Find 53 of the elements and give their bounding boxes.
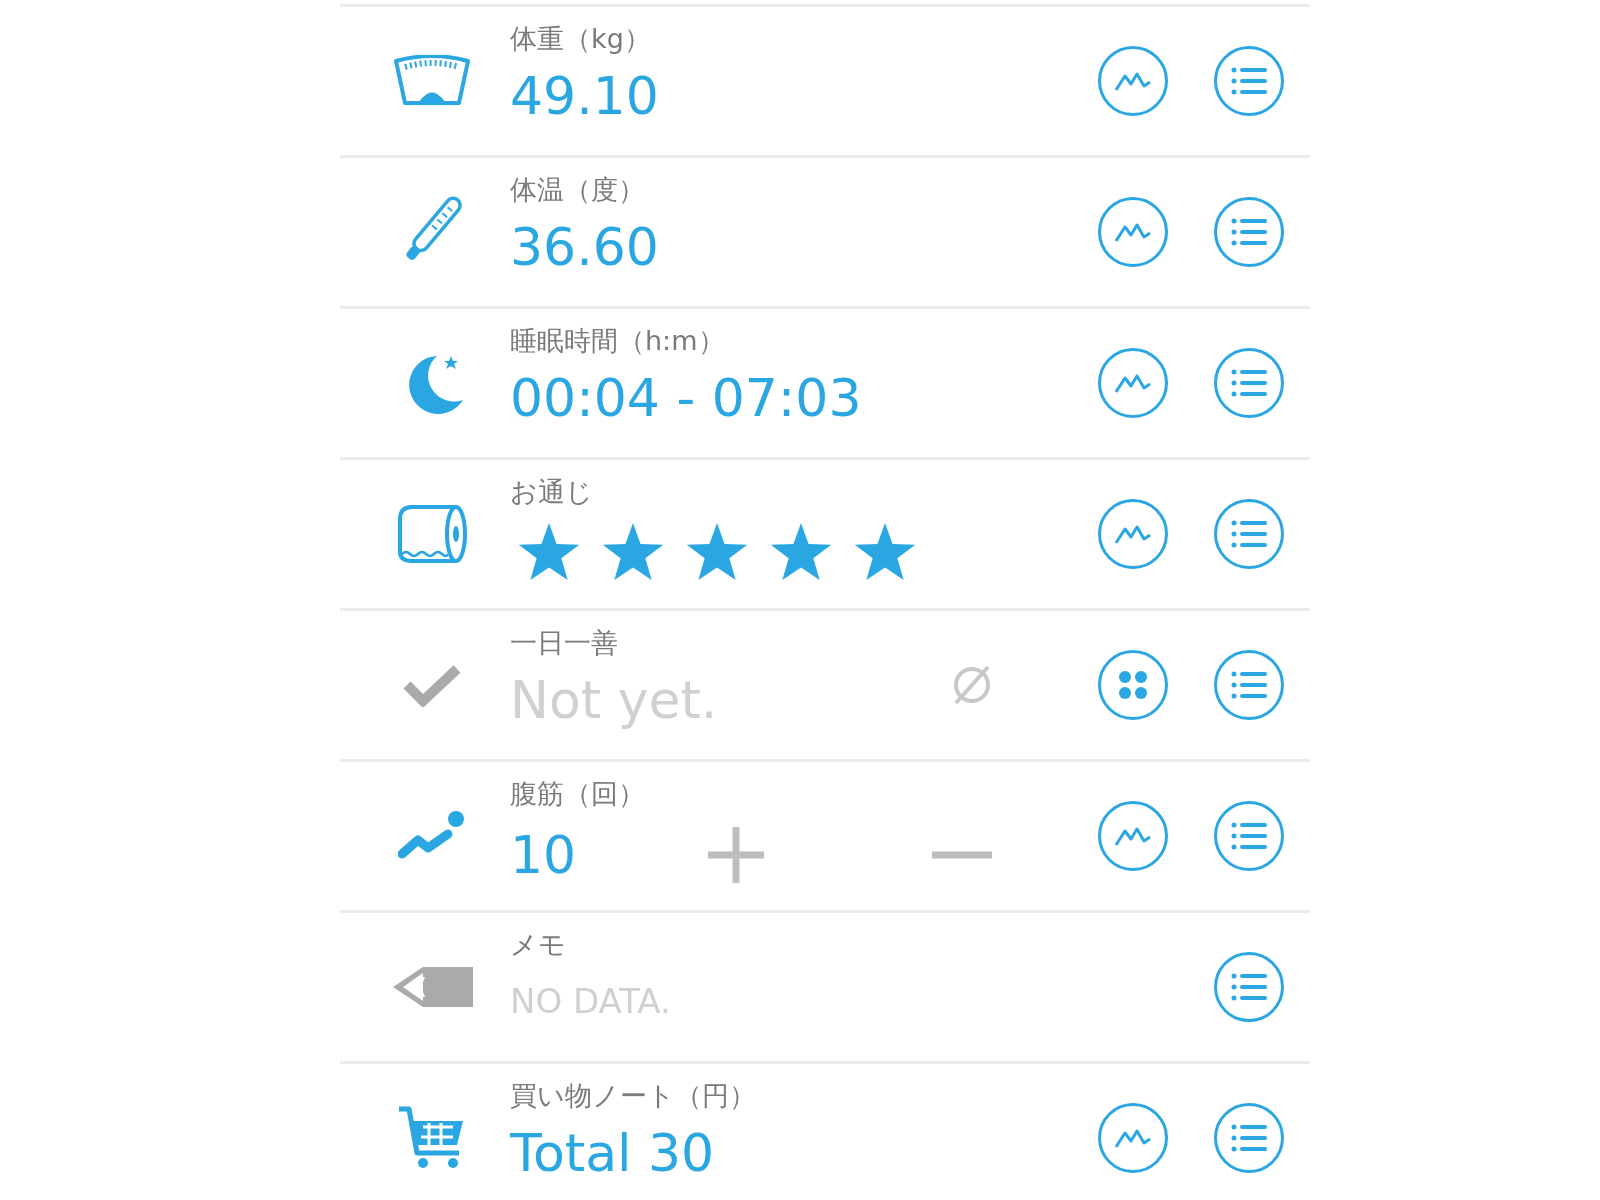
chart-button[interactable] [1098,801,1168,871]
chart-button[interactable] [1098,499,1168,569]
chart-icon [1114,372,1152,394]
star-icon [686,523,748,581]
list-button[interactable] [1214,46,1284,116]
toilet-roll-icon [396,504,468,564]
field-label: 腹筋（回） [510,780,646,807]
grid-button[interactable] [1098,650,1168,720]
list-icon [1230,368,1268,398]
field-label: 買い物ノート（円） [510,1082,757,1109]
list-icon [1230,217,1268,247]
star-icon [602,523,664,581]
chart-button[interactable] [1098,46,1168,116]
grid-icon [1117,669,1149,701]
list-button[interactable] [1214,952,1284,1022]
list-icon [1230,670,1268,700]
scale-icon [393,55,471,107]
chart-icon [1114,1127,1152,1149]
chart-icon [1114,523,1152,545]
value-text: Total 30 [510,1127,716,1179]
plus-icon [706,825,766,885]
field-label: 一日一善 [510,629,619,656]
field-label: 体重（kg） [510,25,652,52]
list-button[interactable] [1214,197,1284,267]
chart-icon [1114,70,1152,92]
star-icon [518,523,580,581]
value-text: 49.10 [510,70,660,122]
field-label: 体温（度） [510,176,646,203]
field-label: メモ [510,931,567,958]
value-text: 00:04 - 07:03 [510,372,863,424]
list-icon [1230,66,1268,96]
minus-icon [932,850,992,860]
list-button[interactable] [1214,801,1284,871]
list-button[interactable] [1214,499,1284,569]
chart-button[interactable] [1098,1103,1168,1173]
value-text: 36.60 [510,221,660,273]
list-icon [1230,821,1268,851]
list-button[interactable] [1214,348,1284,418]
count-text: 10 [510,829,578,881]
plus-button[interactable] [706,825,766,885]
list-icon [1230,1123,1268,1153]
list-button[interactable] [1214,1103,1284,1173]
field-label: お通じ [510,478,594,505]
star-icon [770,523,832,581]
field-label: 睡眠時間（h:m） [510,327,726,354]
star-icon [854,523,916,581]
list-icon [1230,972,1268,1002]
list-button[interactable] [1214,650,1284,720]
list-icon [1230,519,1268,549]
chart-icon [1114,221,1152,243]
chart-button[interactable] [1098,197,1168,267]
chart-button[interactable] [1098,348,1168,418]
chart-icon [1114,825,1152,847]
